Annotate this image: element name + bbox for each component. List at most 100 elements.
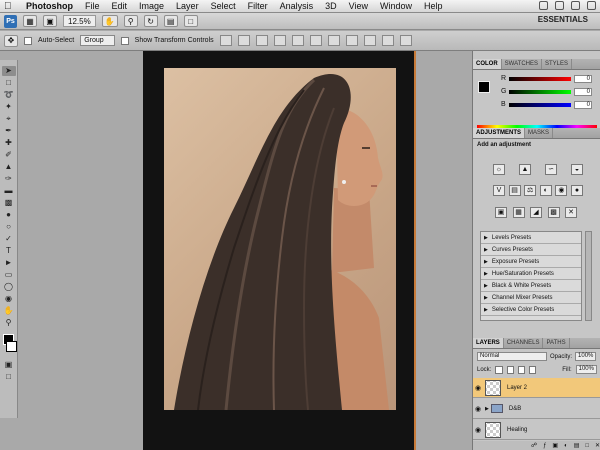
preset-curves[interactable]: ▶ Curves Presets xyxy=(481,244,581,256)
channel-mixer-icon[interactable]: ● xyxy=(570,185,583,196)
menu-3d[interactable]: 3D xyxy=(325,1,337,11)
show-transform-checkbox[interactable] xyxy=(120,36,129,45)
eraser-tool-icon[interactable]: ▬ xyxy=(2,186,16,196)
distribute-center-icon[interactable] xyxy=(345,35,358,46)
bridge-button[interactable]: ▦ xyxy=(23,15,37,27)
healing-brush-tool-icon[interactable]: ✚ xyxy=(2,138,16,148)
apple-menu-icon[interactable]:  xyxy=(4,1,14,12)
preset-hue-saturation[interactable]: ▶ Hue/Saturation Presets xyxy=(481,268,581,280)
menu-image[interactable]: Image xyxy=(139,1,164,11)
3d-orbit-tool-icon[interactable]: ◉ xyxy=(2,294,16,304)
minibridge-button[interactable]: ▣ xyxy=(43,15,57,27)
curves-icon[interactable]: ∽ xyxy=(545,164,557,175)
green-value-field[interactable]: 0 xyxy=(574,87,592,96)
pen-tool-icon[interactable]: ✓ xyxy=(2,234,16,244)
brightness-contrast-icon[interactable]: ☼ xyxy=(493,164,505,175)
blue-slider[interactable] xyxy=(509,102,571,107)
preset-levels[interactable]: ▶ Levels Presets xyxy=(481,232,581,244)
color-foreground-swatch[interactable] xyxy=(478,81,490,93)
preset-exposure[interactable]: ▶ Exposure Presets xyxy=(481,256,581,268)
exposure-icon[interactable]: ◒ xyxy=(571,164,583,175)
menu-view[interactable]: View xyxy=(349,1,368,11)
align-hcenter-icon[interactable] xyxy=(291,35,304,46)
green-slider[interactable] xyxy=(509,89,571,94)
opacity-field[interactable]: 100% xyxy=(575,352,597,361)
hand-tool-icon[interactable]: ✋ xyxy=(101,15,118,27)
blue-value-field[interactable]: 0 xyxy=(574,100,592,109)
posterize-icon[interactable]: ▦ xyxy=(512,207,525,218)
align-vcenter-icon[interactable] xyxy=(237,35,250,46)
layer-style-icon[interactable]: ƒ xyxy=(543,443,546,449)
menu-window[interactable]: Window xyxy=(380,1,412,11)
menu-filter[interactable]: Filter xyxy=(248,1,268,11)
zoom-tool-icon[interactable]: ⚲ xyxy=(123,15,138,27)
red-slider[interactable] xyxy=(509,76,571,81)
marquee-tool-icon[interactable]: □ xyxy=(2,78,16,88)
tab-color[interactable]: COLOR xyxy=(473,59,502,69)
3d-rotate-tool-icon[interactable]: ◯ xyxy=(2,282,16,292)
menu-file[interactable]: File xyxy=(85,1,100,11)
fill-field[interactable]: 100% xyxy=(575,365,597,374)
auto-select-target-select[interactable]: Group xyxy=(80,35,115,46)
move-tool-preset-icon[interactable]: ✥ xyxy=(4,34,18,47)
quick-mask-icon[interactable]: ▣ xyxy=(2,360,16,370)
hand-tool-icon-2[interactable]: ✋ xyxy=(2,306,16,316)
tab-swatches[interactable]: SWATCHES xyxy=(502,59,543,69)
presets-scrollbar[interactable] xyxy=(585,231,592,321)
menu-edit[interactable]: Edit xyxy=(112,1,128,11)
workspace-switcher[interactable]: ESSENTIALS xyxy=(538,15,588,24)
status-icon-4[interactable] xyxy=(587,1,596,10)
distribute-bottom-icon[interactable] xyxy=(363,35,376,46)
tab-adjustments[interactable]: ADJUSTMENTS xyxy=(473,128,526,138)
red-value-field[interactable]: 0 xyxy=(574,74,592,83)
photo-filter-icon[interactable]: ◉ xyxy=(555,185,568,196)
visibility-eye-icon[interactable]: ◉ xyxy=(473,384,483,392)
selective-color-icon[interactable]: ✕ xyxy=(565,207,577,218)
group-expand-triangle-icon[interactable]: ▶ xyxy=(485,406,489,412)
align-left-icon[interactable] xyxy=(273,35,286,46)
blend-mode-select[interactable]: Normal xyxy=(477,352,547,361)
align-right-icon[interactable] xyxy=(309,35,322,46)
adjustment-layer-icon[interactable]: ◐ xyxy=(564,443,568,449)
distribute-left-icon[interactable] xyxy=(381,35,394,46)
status-icon-2[interactable] xyxy=(555,1,564,10)
layer-row-healing[interactable]: ◉ Healing xyxy=(473,420,600,440)
new-layer-icon[interactable]: □ xyxy=(585,443,589,449)
status-icon-1[interactable] xyxy=(539,1,548,10)
preset-selective-color[interactable]: ▶ Selective Color Presets xyxy=(481,304,581,316)
screen-mode-tool-icon[interactable]: □ xyxy=(2,372,16,382)
vibrance-icon[interactable]: V xyxy=(493,185,505,196)
shape-tool-icon[interactable]: ▭ xyxy=(2,270,16,280)
menu-select[interactable]: Select xyxy=(211,1,236,11)
dodge-tool-icon[interactable]: ○ xyxy=(2,222,16,232)
link-layers-icon[interactable]: ☍ xyxy=(531,442,537,449)
menu-layer[interactable]: Layer xyxy=(176,1,199,11)
menu-help[interactable]: Help xyxy=(424,1,443,11)
lasso-tool-icon[interactable]: ➰ xyxy=(2,90,16,100)
distribute-top-icon[interactable] xyxy=(327,35,340,46)
arrange-documents-icon[interactable]: ▤ xyxy=(163,15,178,27)
invert-icon[interactable]: ▣ xyxy=(495,207,507,218)
tab-layers[interactable]: LAYERS xyxy=(473,338,504,348)
tab-masks[interactable]: MASKS xyxy=(525,128,554,138)
lock-image-icon[interactable] xyxy=(506,365,514,374)
quick-select-tool-icon[interactable]: ✦ xyxy=(2,102,16,112)
preset-channel-mixer[interactable]: ▶ Channel Mixer Presets xyxy=(481,292,581,304)
threshold-icon[interactable]: ◢ xyxy=(530,207,542,218)
lock-all-icon[interactable] xyxy=(529,365,537,374)
preset-black-white[interactable]: ▶ Black & White Presets xyxy=(481,280,581,292)
move-tool-icon[interactable]: ➤ xyxy=(1,66,16,76)
tab-styles[interactable]: STYLES xyxy=(542,59,573,69)
canvas-image[interactable] xyxy=(164,68,396,410)
distribute-right-icon[interactable] xyxy=(399,35,412,46)
screen-mode-icon[interactable]: □ xyxy=(183,15,198,27)
brush-tool-icon[interactable]: ✐ xyxy=(2,150,16,160)
menu-photoshop[interactable]: Photoshop xyxy=(26,1,73,11)
path-selection-tool-icon[interactable]: ► xyxy=(2,258,16,268)
lock-position-icon[interactable] xyxy=(517,365,526,374)
layer-row-group-db[interactable]: ◉ ▶ D&B xyxy=(473,399,600,419)
visibility-eye-icon[interactable]: ◉ xyxy=(473,405,483,413)
auto-select-checkbox[interactable] xyxy=(24,36,32,45)
blur-tool-icon[interactable]: ● xyxy=(2,210,16,220)
gradient-tool-icon[interactable]: ▩ xyxy=(2,198,16,208)
